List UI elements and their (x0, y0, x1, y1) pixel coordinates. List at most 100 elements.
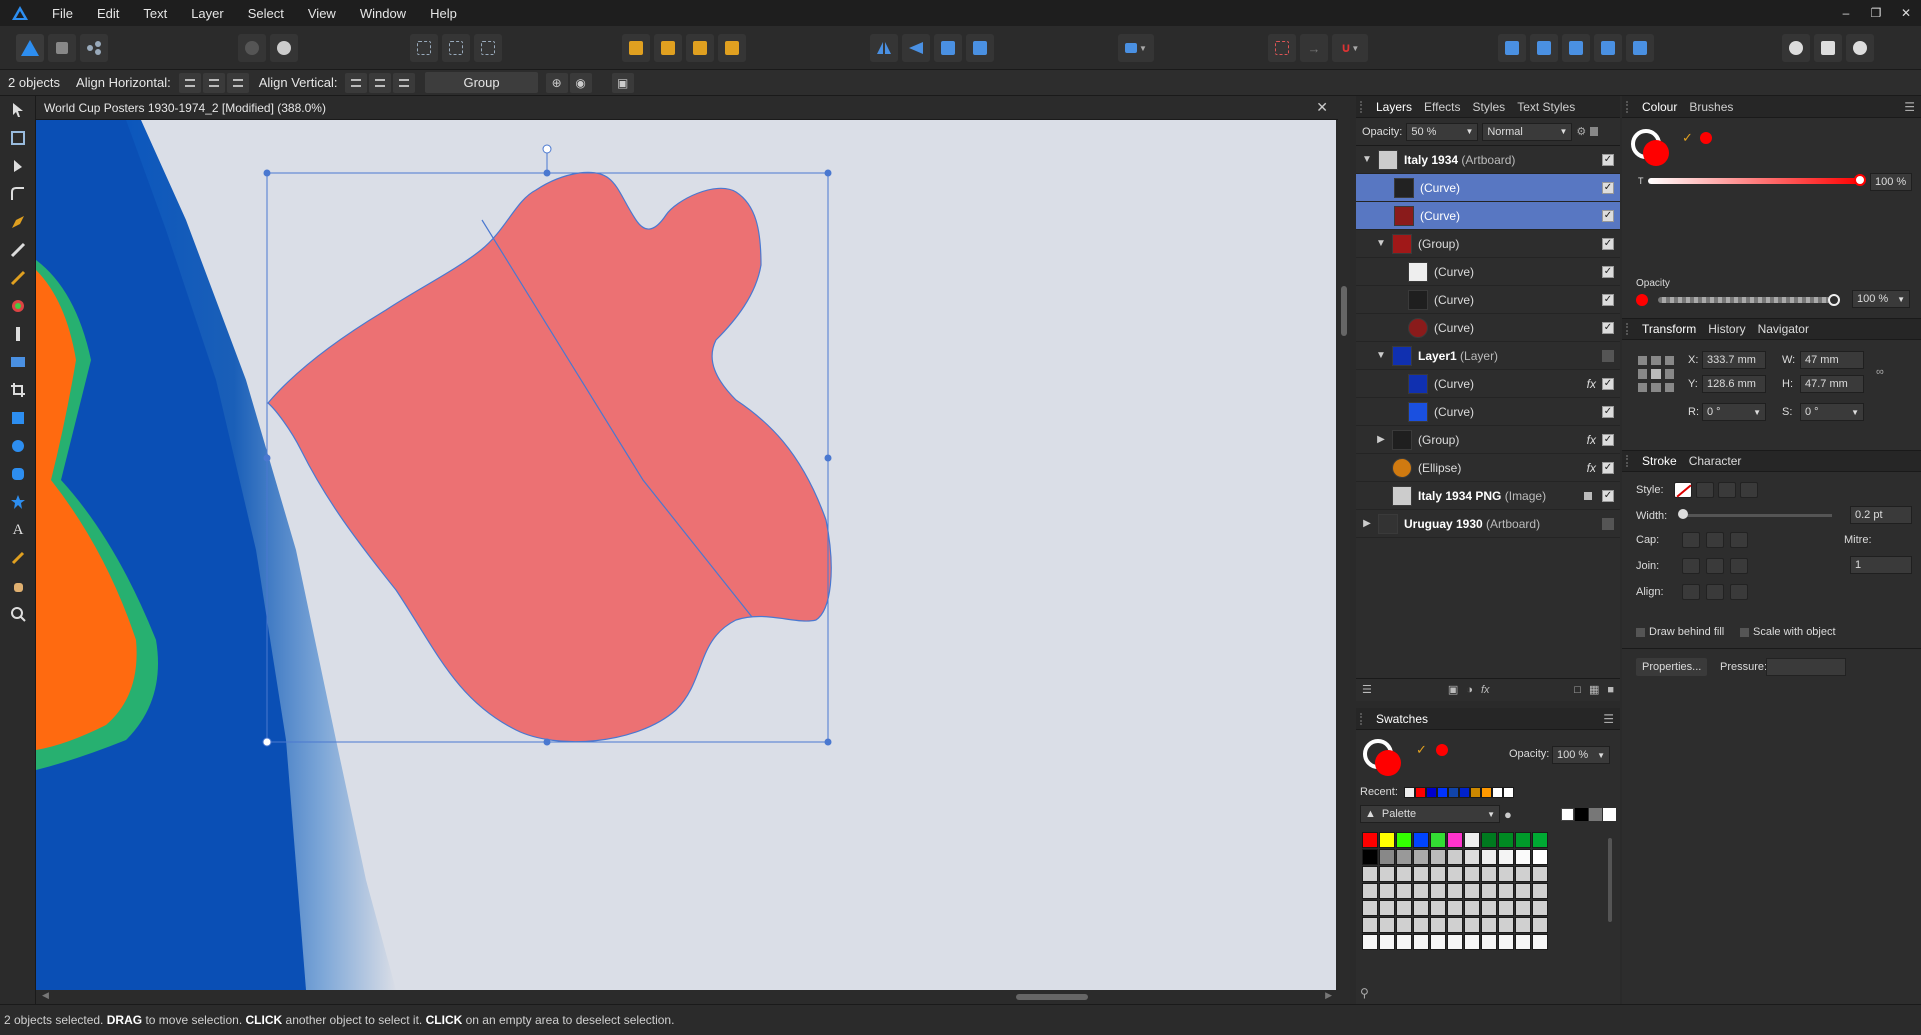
panel-menu-icon[interactable]: ☰ (1603, 712, 1614, 726)
visibility-checkbox[interactable]: ✓ (1602, 209, 1614, 222)
layer-row-layer1[interactable]: ▼ Layer1 (Layer) (1356, 342, 1620, 370)
swatch[interactable] (1498, 849, 1514, 865)
color-picker-icon[interactable]: ✓ (1416, 742, 1427, 758)
tab-navigator[interactable]: Navigator (1752, 322, 1815, 336)
swatch[interactable] (1413, 917, 1429, 933)
align-middle-icon[interactable] (369, 72, 392, 93)
star-tool-icon[interactable] (0, 488, 36, 516)
swatch[interactable] (1430, 866, 1446, 882)
add-geometry-icon[interactable] (1498, 34, 1526, 62)
vertical-scroll-thumb[interactable] (1341, 286, 1347, 336)
tab-brushes[interactable]: Brushes (1683, 100, 1739, 114)
panel-grip-icon[interactable] (1360, 100, 1370, 113)
grey-swatch[interactable] (1589, 807, 1602, 821)
group-button[interactable]: Group (425, 72, 538, 93)
vertical-scrollbar[interactable] (1338, 96, 1350, 1004)
none-swatch[interactable] (1561, 807, 1574, 821)
swatch[interactable] (1515, 934, 1531, 950)
swatch[interactable] (1532, 900, 1548, 916)
swatch[interactable] (1362, 849, 1378, 865)
swatch[interactable] (1515, 866, 1531, 882)
swatch[interactable] (1396, 900, 1412, 916)
color-picker-tool-icon[interactable] (0, 544, 36, 572)
swatch[interactable] (1532, 917, 1548, 933)
recent-swatch[interactable] (1491, 786, 1503, 798)
layer-row-italy-png[interactable]: Italy 1934 PNG (Image) ✓ (1356, 482, 1620, 510)
swatch[interactable] (1362, 917, 1378, 933)
opacity-slider[interactable] (1658, 297, 1834, 303)
dashed-line-icon[interactable] (1718, 482, 1736, 498)
panel-grip-icon[interactable] (1626, 323, 1636, 335)
visibility-checkbox[interactable]: ✓ (1602, 181, 1614, 194)
effects-icon[interactable]: fx (1587, 377, 1596, 391)
divide-geometry-icon[interactable] (1626, 34, 1654, 62)
artboard-tool-icon[interactable] (0, 124, 36, 152)
bring-to-front-icon[interactable] (622, 34, 650, 62)
swatch[interactable] (1498, 866, 1514, 882)
swatch[interactable] (1430, 917, 1446, 933)
hide-selection-icon[interactable]: ◉ (569, 72, 592, 93)
width-slider[interactable] (1682, 514, 1832, 517)
canvas[interactable] (36, 120, 1336, 990)
snapping-grid-icon[interactable] (410, 34, 438, 62)
effects-icon[interactable]: fx (1587, 461, 1596, 475)
lock-icon[interactable] (1584, 491, 1592, 500)
adjustment-icon[interactable]: ◑ (1466, 684, 1473, 696)
recent-swatch[interactable] (1502, 786, 1514, 798)
corner-tool-icon[interactable] (0, 180, 36, 208)
swatch[interactable] (1515, 832, 1531, 848)
flip-horizontal-icon[interactable] (870, 34, 898, 62)
swatch[interactable] (1396, 849, 1412, 865)
pressure-graph[interactable] (1766, 658, 1846, 676)
swatch[interactable] (1413, 866, 1429, 882)
swatch[interactable] (1515, 917, 1531, 933)
minimize-icon[interactable]: – (1831, 0, 1861, 26)
lock-icon[interactable] (1590, 127, 1599, 136)
vector-brush-tool-icon[interactable] (0, 264, 36, 292)
swatch[interactable] (1498, 917, 1514, 933)
insert-inside-icon[interactable] (1782, 34, 1810, 62)
swatch[interactable] (1413, 934, 1429, 950)
tab-layers[interactable]: Layers (1370, 100, 1418, 114)
panel-grip-icon[interactable] (1626, 100, 1636, 113)
brush-line-icon[interactable] (1740, 482, 1758, 498)
send-to-back-icon[interactable] (718, 34, 746, 62)
layer-row-curve-1[interactable]: (Curve) ✓ (1356, 174, 1620, 202)
menu-select[interactable]: Select (236, 6, 296, 21)
swatch[interactable] (1532, 849, 1548, 865)
view-quality-icon[interactable] (474, 34, 502, 62)
visibility-checkbox[interactable]: ✓ (1602, 293, 1614, 306)
visibility-checkbox[interactable]: ✓ (1602, 265, 1614, 278)
align-right-icon[interactable] (226, 72, 249, 93)
recent-swatch[interactable] (1447, 786, 1459, 798)
swatch[interactable] (1362, 883, 1378, 899)
no-stroke-icon[interactable] (1674, 482, 1692, 498)
swatch-search-icon[interactable]: ⚲ (1360, 986, 1369, 1000)
fx-icon[interactable]: fx (1481, 684, 1490, 696)
swatch[interactable] (1515, 883, 1531, 899)
swatch[interactable] (1464, 900, 1480, 916)
swatch[interactable] (1379, 917, 1395, 933)
hand-tool-icon[interactable] (0, 572, 36, 600)
swatch[interactable] (1447, 832, 1463, 848)
close-document-icon[interactable]: ✕ (1316, 99, 1328, 116)
color-picker-icon[interactable]: ✓ (1682, 130, 1693, 146)
swatch[interactable] (1464, 832, 1480, 848)
menu-view[interactable]: View (296, 6, 348, 21)
swatch[interactable] (1498, 934, 1514, 950)
swatch[interactable] (1396, 917, 1412, 933)
fill-stroke-well[interactable] (1362, 738, 1406, 778)
tab-history[interactable]: History (1702, 322, 1751, 336)
swatch-scrollbar[interactable] (1608, 838, 1612, 922)
panel-menu-icon[interactable]: ☰ (1904, 100, 1915, 114)
round-cap-icon[interactable] (1706, 532, 1724, 548)
rectangle-tool-icon[interactable] (0, 404, 36, 432)
bevel-join-icon[interactable] (1730, 558, 1748, 574)
snap-options-icon[interactable]: → (1300, 34, 1328, 62)
swatch[interactable] (1413, 900, 1429, 916)
swatch[interactable] (1413, 832, 1429, 848)
swatch[interactable] (1498, 883, 1514, 899)
solid-line-icon[interactable] (1696, 482, 1714, 498)
fill-tool-icon[interactable] (0, 292, 36, 320)
layer-options-icon[interactable]: ☰ (1362, 683, 1372, 696)
